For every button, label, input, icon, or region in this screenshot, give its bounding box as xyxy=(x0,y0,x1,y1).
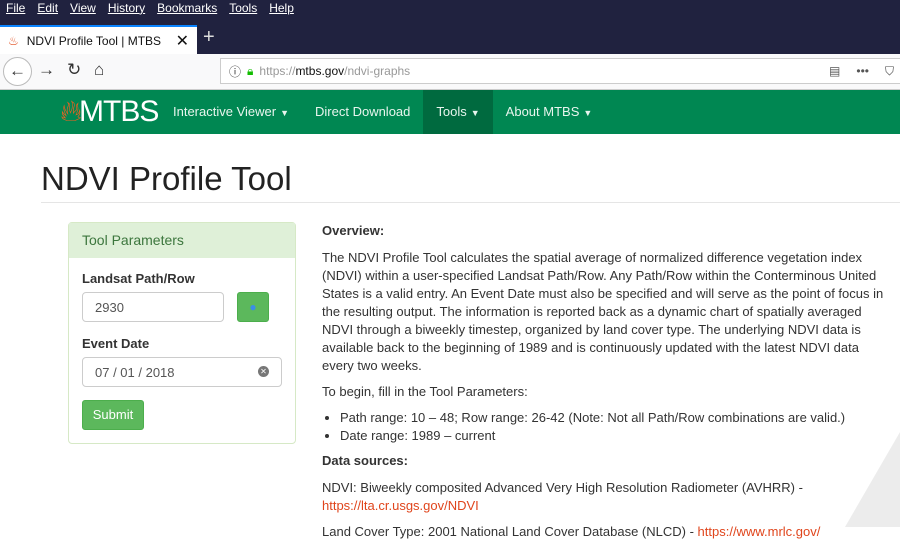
forward-icon[interactable]: → xyxy=(38,60,55,80)
path-row-input[interactable]: 2930 xyxy=(82,292,224,322)
close-tab-icon[interactable]: ✕ xyxy=(176,31,189,51)
tab-title: NDVI Profile Tool | MTBS xyxy=(26,33,162,48)
event-date-input[interactable]: 07 / 01 / 2018 ✕ xyxy=(82,357,282,387)
address-bar[interactable]: ⓘ 🔒︎ https://mtbs.gov/ndvi-graphs ▤ ••• ⛉ xyxy=(220,58,900,84)
divider xyxy=(41,202,900,203)
submit-button[interactable]: Submit xyxy=(82,400,144,430)
more-icon[interactable]: ••• xyxy=(856,64,869,78)
menu-edit[interactable]: Edit xyxy=(37,1,58,17)
url-path: /ndvi-graphs xyxy=(344,64,411,78)
menu-view[interactable]: View xyxy=(70,1,96,17)
caret-down-icon: ▼ xyxy=(280,108,290,118)
instructions-text: To begin, fill in the Tool Parameters: xyxy=(322,384,528,399)
home-icon[interactable]: ⌂ xyxy=(94,60,104,80)
page-title: NDVI Profile Tool xyxy=(41,160,292,197)
nav-about-mtbs[interactable]: About MTBS ▼ xyxy=(493,90,606,134)
nlcd-link[interactable]: https://www.mrlc.gov/ xyxy=(698,524,821,539)
list-item: Path range: 10 – 48; Row range: 26-42 (N… xyxy=(340,409,887,427)
map-pin-button[interactable]: ● xyxy=(237,292,269,322)
flame-logo-icon: 🔥︎ xyxy=(60,95,82,128)
overview-paragraph: The NDVI Profile Tool calculates the spa… xyxy=(322,250,884,373)
overview-section: Overview: The NDVI Profile Tool calculat… xyxy=(322,222,887,549)
menu-history[interactable]: History xyxy=(108,1,145,17)
list-item: Date range: 1989 – current xyxy=(340,427,887,445)
nav-interactive-viewer[interactable]: Interactive Viewer ▼ xyxy=(160,90,302,134)
clear-date-icon[interactable]: ✕ xyxy=(258,366,269,377)
event-date-label: Event Date xyxy=(82,336,150,351)
nav-direct-download[interactable]: Direct Download xyxy=(302,90,423,134)
parameter-ranges-list: Path range: 10 – 48; Row range: 26-42 (N… xyxy=(340,409,887,445)
overview-heading: Overview: xyxy=(322,223,385,238)
pocket-icon[interactable]: ⛉ xyxy=(885,64,894,79)
logo-text: MTBS xyxy=(79,95,159,128)
new-tab-icon[interactable]: + xyxy=(203,26,215,49)
reload-icon[interactable]: ↻ xyxy=(67,60,81,80)
site-navbar: 🔥︎ MTBS Interactive Viewer ▼ Direct Downlo… xyxy=(0,90,900,134)
url-domain: mtbs.gov xyxy=(295,64,345,78)
data-sources-heading: Data sources: xyxy=(322,453,408,468)
map-marker-icon: ● xyxy=(249,300,257,314)
menu-help[interactable]: Help xyxy=(269,1,294,17)
landcover-source: Land Cover Type: 2001 National Land Cove… xyxy=(322,524,821,539)
tool-parameters-panel: Tool Parameters Landsat Path/Row 2930 ● … xyxy=(68,222,296,444)
caret-down-icon: ▼ xyxy=(470,108,480,118)
menu-tools[interactable]: Tools xyxy=(229,1,257,17)
back-icon[interactable]: ← xyxy=(3,57,32,86)
menu-file[interactable]: File xyxy=(6,1,25,17)
panel-title: Tool Parameters xyxy=(69,223,295,258)
info-icon[interactable]: ⓘ xyxy=(229,63,241,80)
path-row-label: Landsat Path/Row xyxy=(82,271,195,286)
ndvi-source: NDVI: Biweekly composited Advanced Very … xyxy=(322,480,803,513)
decorative-shape xyxy=(845,432,900,527)
nav-tools[interactable]: Tools ▼ xyxy=(423,90,493,134)
flame-favicon-icon: ♨ xyxy=(8,33,19,48)
menu-bookmarks[interactable]: Bookmarks xyxy=(157,1,217,17)
menu-bar: File Edit View History Bookmarks Tools H… xyxy=(0,0,900,18)
mtbs-logo[interactable]: 🔥︎ MTBS xyxy=(60,95,160,129)
url-prefix: https:// xyxy=(259,64,296,78)
tab-bar: ♨ NDVI Profile Tool | MTBS ✕ + xyxy=(0,18,900,54)
lock-icon: 🔒︎ xyxy=(247,63,254,78)
browser-toolbar: ← → ↻ ⌂ ⓘ 🔒︎ https://mtbs.gov/ndvi-graph… xyxy=(0,54,900,90)
ndvi-link[interactable]: https://lta.cr.usgs.gov/NDVI xyxy=(322,498,479,513)
caret-down-icon: ▼ xyxy=(583,108,593,118)
browser-tab[interactable]: ♨ NDVI Profile Tool | MTBS ✕ xyxy=(0,25,197,54)
reader-view-icon[interactable]: ▤ xyxy=(829,64,840,78)
event-date-value: 07 / 01 / 2018 xyxy=(95,365,175,380)
